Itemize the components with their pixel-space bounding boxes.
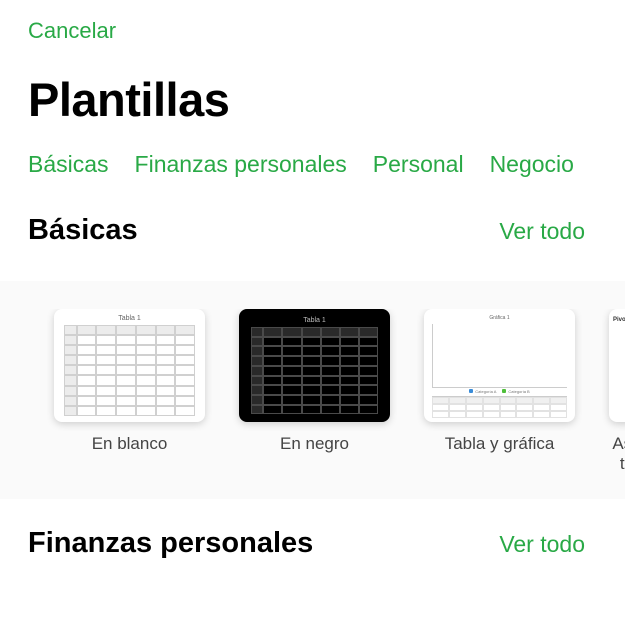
- template-thumbnail: Tabla 1: [54, 309, 205, 422]
- carousel-basicas: Tabla 1 En blanco Tabla 1: [0, 281, 625, 499]
- template-carousel[interactable]: Tabla 1 En blanco Tabla 1: [0, 309, 625, 475]
- sheet-title-icon: Tabla 1: [64, 315, 195, 322]
- template-label: Asp ta: [612, 434, 625, 475]
- tab-negocio[interactable]: Negocio: [490, 151, 574, 178]
- tab-personal[interactable]: Personal: [373, 151, 464, 178]
- template-partial[interactable]: Pivot T Asp ta: [609, 309, 625, 475]
- cancel-button[interactable]: Cancelar: [0, 0, 116, 44]
- chart-title-icon: Gráfica 1: [432, 315, 567, 321]
- template-thumbnail: Tabla 1: [239, 309, 390, 422]
- template-tabla-grafica[interactable]: Gráfica 1 Categoría A Categoría B: [424, 309, 575, 475]
- mini-table-icon: [432, 396, 567, 418]
- bar-chart-icon: [432, 324, 567, 388]
- category-tabs: Básicas Finanzas personales Personal Neg…: [0, 127, 625, 178]
- template-thumbnail: Pivot T: [609, 309, 625, 422]
- template-thumbnail: Gráfica 1 Categoría A Categoría B: [424, 309, 575, 422]
- see-all-basicas[interactable]: Ver todo: [499, 218, 585, 245]
- template-label: En blanco: [92, 434, 168, 454]
- spreadsheet-icon: [64, 325, 195, 416]
- tab-basicas[interactable]: Básicas: [28, 151, 109, 178]
- section-header-finanzas: Finanzas personales Ver todo: [0, 499, 625, 560]
- spreadsheet-icon: [251, 327, 378, 414]
- sheet-title-icon: Tabla 1: [251, 317, 378, 324]
- section-title-finanzas: Finanzas personales: [28, 527, 313, 560]
- tab-finanzas[interactable]: Finanzas personales: [135, 151, 347, 178]
- template-en-blanco[interactable]: Tabla 1 En blanco: [54, 309, 205, 475]
- chart-legend-icon: Categoría A Categoría B: [432, 388, 567, 396]
- section-title-basicas: Básicas: [28, 214, 138, 247]
- template-label: Tabla y gráfica: [445, 434, 555, 454]
- page-title: Plantillas: [0, 44, 625, 127]
- see-all-finanzas[interactable]: Ver todo: [499, 531, 585, 558]
- template-en-negro[interactable]: Tabla 1 En negro: [239, 309, 390, 475]
- template-label: En negro: [280, 434, 349, 454]
- section-header-basicas: Básicas Ver todo: [0, 178, 625, 247]
